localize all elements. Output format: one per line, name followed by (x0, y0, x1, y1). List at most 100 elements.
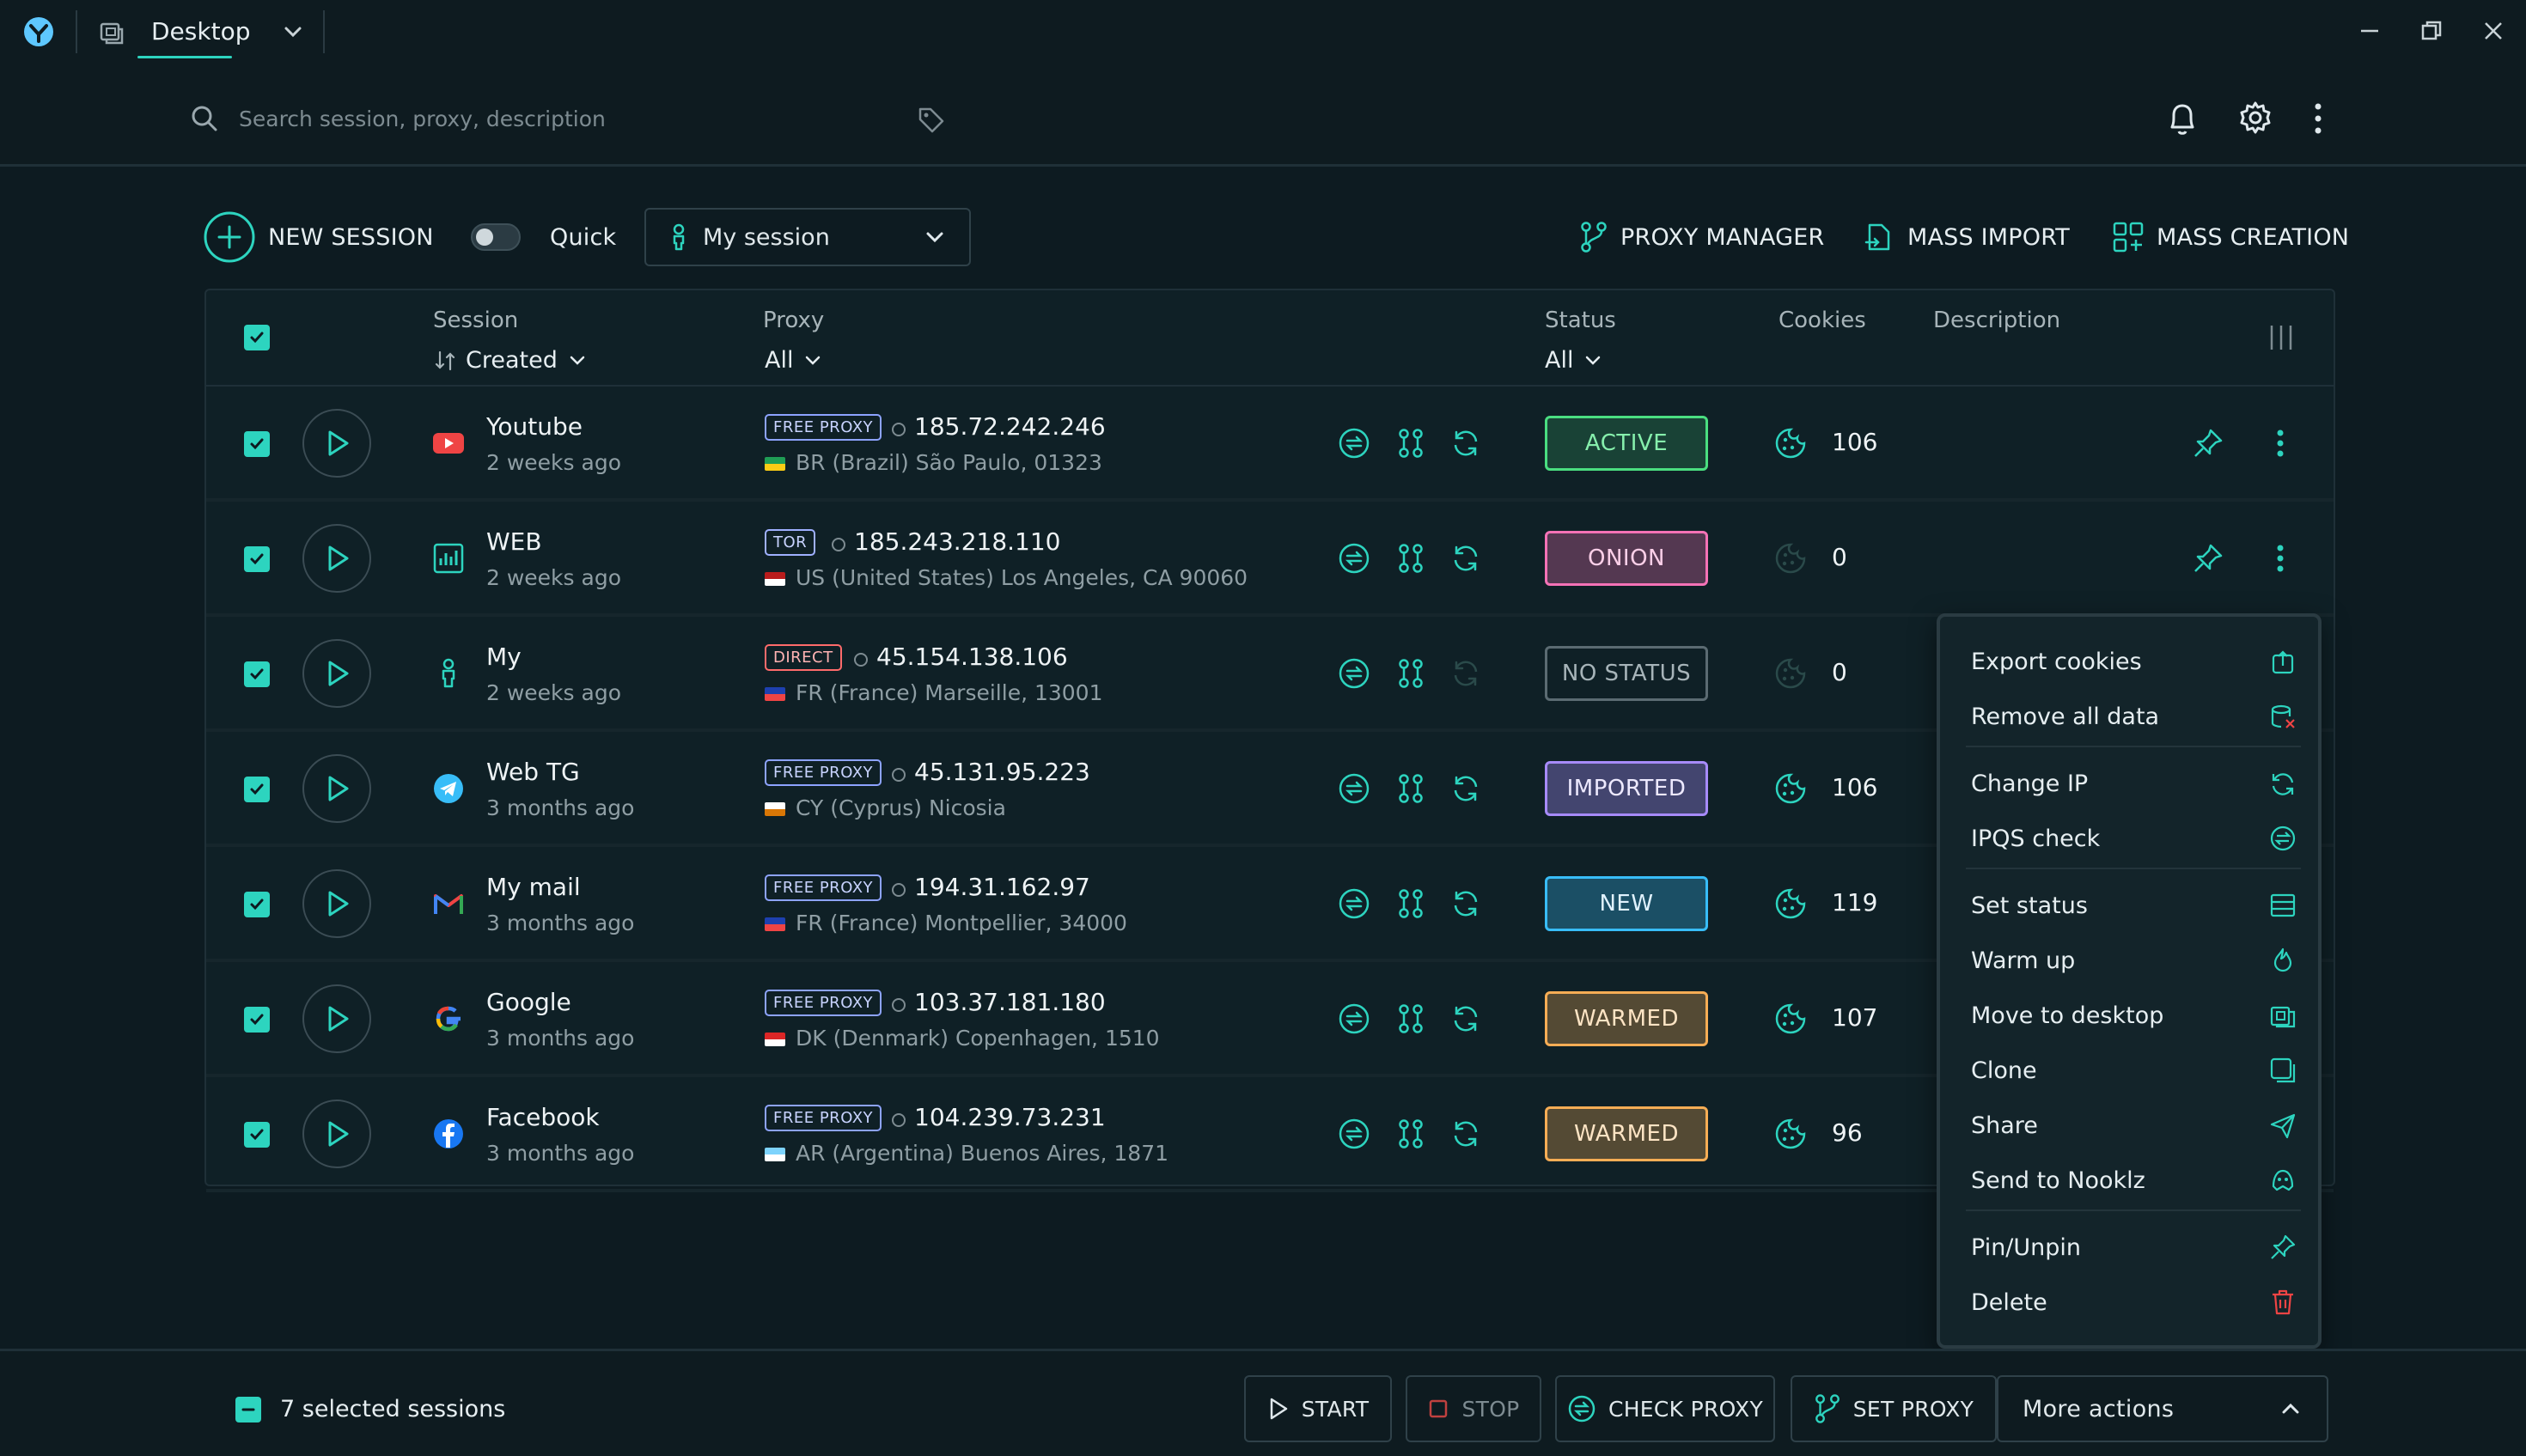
proxy-filter[interactable]: All (765, 347, 824, 374)
pin-icon[interactable] (2191, 541, 2225, 576)
refresh-icon[interactable] (1449, 426, 1483, 460)
proxy-status-dot (890, 996, 907, 1014)
play-button[interactable] (302, 869, 371, 938)
select-all-checkbox[interactable] (244, 325, 270, 350)
remove-data-icon (2268, 702, 2297, 731)
status-badge[interactable]: NEW (1545, 876, 1708, 931)
check-proxy-icon[interactable] (1337, 771, 1371, 806)
deselect-all-checkbox[interactable] (235, 1396, 261, 1422)
play-button[interactable] (302, 524, 371, 593)
more-vertical-icon[interactable] (2311, 100, 2325, 137)
search-input[interactable] (239, 106, 875, 131)
refresh-icon[interactable] (1449, 541, 1483, 576)
stop-button[interactable]: STOP (1406, 1375, 1541, 1442)
check-proxy-icon[interactable] (1337, 541, 1371, 576)
row-checkbox[interactable] (244, 1007, 270, 1033)
status-badge[interactable]: WARMED (1545, 991, 1708, 1046)
row-checkbox[interactable] (244, 431, 270, 457)
proxy-type-badge: FREE PROXY (765, 874, 882, 901)
check-proxy-icon[interactable] (1337, 1117, 1371, 1151)
status-badge[interactable]: ONION (1545, 531, 1708, 586)
menu-item[interactable]: Clone (1971, 1048, 2297, 1093)
check-proxy-icon[interactable] (1337, 1002, 1371, 1036)
more-vertical-icon[interactable] (2275, 426, 2285, 460)
row-checkbox[interactable] (244, 892, 270, 917)
menu-item[interactable]: Warm up (1971, 938, 2297, 983)
cookie-count: 119 (1832, 888, 1878, 917)
row-checkbox[interactable] (244, 777, 270, 802)
close-icon[interactable] (2476, 14, 2511, 48)
quick-toggle-switch[interactable] (471, 223, 521, 251)
columns-icon[interactable] (2267, 323, 2296, 352)
start-button[interactable]: START (1244, 1375, 1392, 1442)
restore-icon[interactable] (2414, 14, 2449, 48)
tag-icon[interactable] (916, 105, 947, 136)
proxy-icon[interactable] (1394, 1002, 1428, 1036)
status-badge[interactable]: IMPORTED (1545, 761, 1708, 816)
refresh-icon[interactable] (1449, 1002, 1483, 1036)
proxy-icon[interactable] (1394, 541, 1428, 576)
proxy-icon (1579, 220, 1608, 254)
check-proxy-icon[interactable] (1337, 656, 1371, 691)
set-proxy-button[interactable]: SET PROXY (1791, 1375, 1997, 1442)
menu-item[interactable]: Send to Nooklz (1971, 1158, 2297, 1203)
menu-item[interactable]: Pin/Unpin (1971, 1225, 2297, 1270)
proxy-ip: 45.131.95.223 (914, 758, 1090, 786)
menu-item-label: Export cookies (1971, 648, 2142, 675)
pin-icon[interactable] (2191, 426, 2225, 460)
cookie-icon (1773, 886, 1808, 921)
chevron-up-icon (2279, 1397, 2303, 1421)
proxy-icon[interactable] (1394, 771, 1428, 806)
status-badge[interactable]: NO STATUS (1545, 646, 1708, 701)
proxy-icon[interactable] (1394, 886, 1428, 921)
play-button[interactable] (302, 984, 371, 1053)
menu-item[interactable]: Remove all data (1971, 694, 2297, 739)
menu-item[interactable]: IPQS check (1971, 816, 2297, 861)
menu-item[interactable]: Share (1971, 1103, 2297, 1148)
search-bar[interactable] (189, 94, 962, 143)
status-filter[interactable]: All (1545, 347, 1604, 374)
refresh-icon[interactable] (1449, 886, 1483, 921)
menu-item[interactable]: Change IP (1971, 761, 2297, 806)
row-checkbox[interactable] (244, 546, 270, 572)
check-proxy-icon[interactable] (1337, 426, 1371, 460)
proxy-icon[interactable] (1394, 1117, 1428, 1151)
menu-divider (1966, 746, 2301, 747)
minimize-icon[interactable] (2352, 14, 2387, 48)
status-badge[interactable]: WARMED (1545, 1106, 1708, 1161)
row-checkbox[interactable] (244, 661, 270, 687)
mass-import-button[interactable]: MASS IMPORT (1864, 208, 2070, 266)
country-flag-icon (765, 1033, 785, 1046)
country-flag-icon (765, 802, 785, 816)
session-type-select[interactable]: My session (644, 208, 971, 266)
gear-icon[interactable] (2237, 100, 2273, 136)
status-badge[interactable]: ACTIVE (1545, 416, 1708, 471)
refresh-icon[interactable] (1449, 1117, 1483, 1151)
play-button[interactable] (302, 754, 371, 823)
play-button[interactable] (302, 1100, 371, 1168)
new-session-button[interactable]: NEW SESSION (203, 208, 434, 266)
check-proxy-icon[interactable] (1337, 886, 1371, 921)
desktop-tab[interactable]: Desktop (95, 9, 266, 58)
menu-item[interactable]: Set status (1971, 883, 2297, 928)
refresh-icon[interactable] (1449, 771, 1483, 806)
mass-creation-button[interactable]: MASS CREATION (2112, 208, 2349, 266)
row-checkbox[interactable] (244, 1122, 270, 1148)
nooklz-icon (2268, 1166, 2297, 1195)
proxy-manager-button[interactable]: PROXY MANAGER (1579, 208, 1824, 266)
menu-item[interactable]: Move to desktop (1971, 993, 2297, 1038)
play-button[interactable] (302, 639, 371, 708)
session-sort-control[interactable]: Created (433, 347, 589, 374)
bell-icon[interactable] (2165, 100, 2200, 137)
more-actions-button[interactable]: More actions (1997, 1375, 2328, 1442)
desktop-dropdown-icon[interactable] (280, 19, 306, 45)
more-vertical-icon[interactable] (2275, 541, 2285, 576)
menu-item[interactable]: Export cookies (1971, 639, 2297, 684)
refresh-icon[interactable] (1449, 656, 1483, 691)
proxy-icon[interactable] (1394, 656, 1428, 691)
quick-toggle[interactable]: Quick (471, 208, 616, 266)
play-button[interactable] (302, 409, 371, 478)
proxy-icon[interactable] (1394, 426, 1428, 460)
check-proxy-button[interactable]: CHECK PROXY (1555, 1375, 1775, 1442)
menu-item[interactable]: Delete (1971, 1280, 2297, 1325)
